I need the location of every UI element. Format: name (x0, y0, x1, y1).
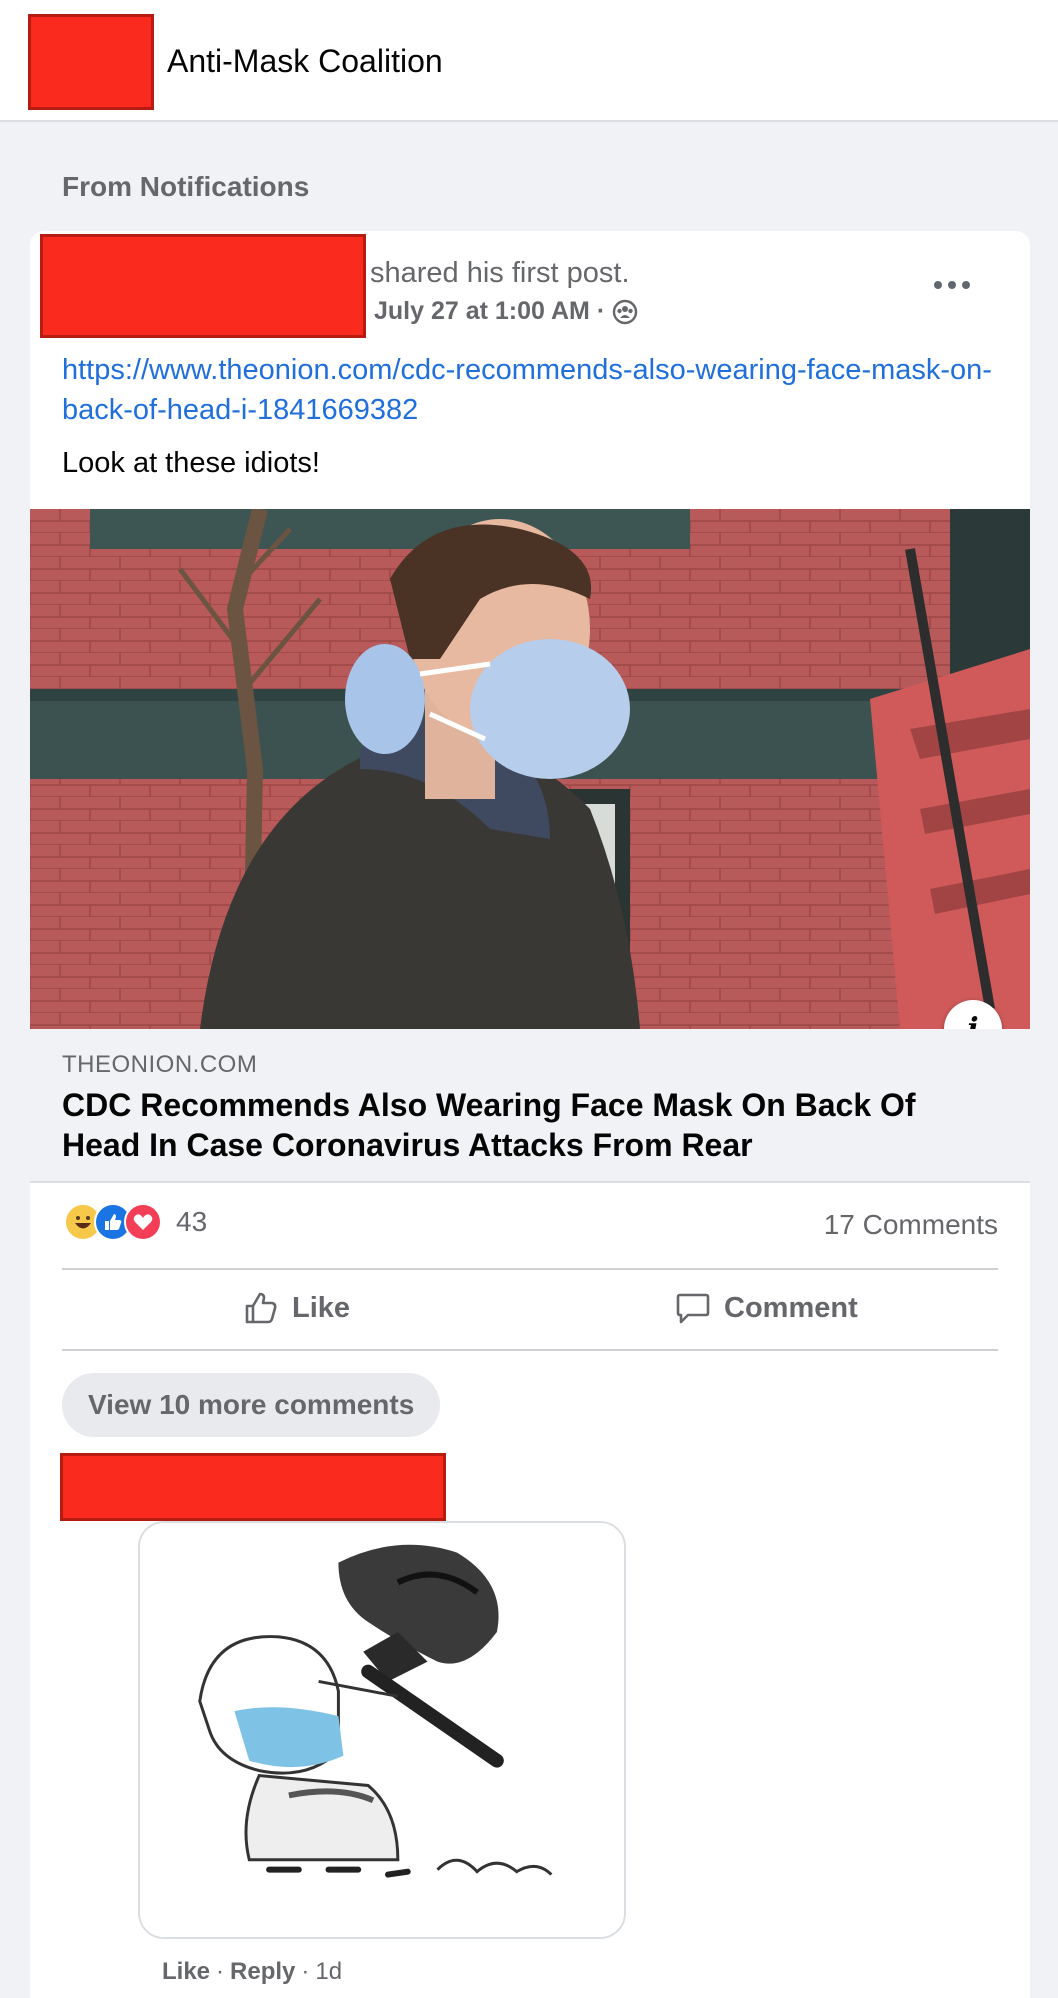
link-preview[interactable]: THEONION.COM CDC Recommends Also Wearing… (30, 1029, 1030, 1183)
thumbs-up-icon (245, 1292, 277, 1324)
link-title[interactable]: CDC Recommends Also Wearing Face Mask On… (62, 1085, 982, 1165)
comment-sep: · (216, 1958, 225, 1985)
comment-cartoon-image[interactable] (138, 1521, 626, 1939)
comment-actions: Like · Reply · 1d (162, 1958, 342, 1986)
comment-like-link[interactable]: Like (162, 1958, 210, 1986)
reactions-summary[interactable]: 43 (64, 1203, 207, 1241)
comment-reply-link[interactable]: Reply (230, 1958, 295, 1986)
post-timestamp[interactable]: July 27 at 1:00 AM (374, 297, 590, 326)
group-avatar-redacted[interactable] (28, 14, 154, 110)
author-name-redacted[interactable] (40, 234, 366, 338)
comment-label: Comment (724, 1291, 858, 1324)
post-card: shared his first post. July 27 at 1:00 A… (30, 231, 1030, 1998)
comment-button[interactable]: Comment (674, 1283, 858, 1333)
commenter-name-redacted[interactable] (60, 1453, 446, 1521)
reaction-count: 43 (176, 1206, 208, 1237)
post-text: Look at these idiots! (62, 447, 320, 479)
section-label: From Notifications (62, 171, 310, 202)
group-icon (612, 299, 638, 324)
like-label: Like (292, 1291, 351, 1324)
comment-icon (676, 1293, 710, 1324)
group-name[interactable]: Anti-Mask Coalition (167, 43, 443, 80)
post-link[interactable]: https://www.theonion.com/cdc-recommends-… (62, 350, 1002, 430)
comment-age[interactable]: 1d (315, 1958, 342, 1986)
link-domain: THEONION.COM (62, 1051, 258, 1078)
like-button[interactable]: Like (242, 1283, 350, 1333)
love-reaction-icon (124, 1203, 162, 1241)
view-more-comments-button[interactable]: View 10 more comments (62, 1373, 441, 1437)
comments-count[interactable]: 17 Comments (824, 1209, 998, 1241)
article-photo[interactable] (30, 509, 1030, 1029)
post-action-text: shared his first post. (370, 257, 630, 289)
meta-separator: · (596, 297, 606, 325)
comment-sep: · (301, 1958, 310, 1985)
divider (62, 1349, 998, 1351)
top-bar: Anti-Mask Coalition (0, 0, 1058, 122)
more-options-icon[interactable] (930, 273, 974, 297)
divider (62, 1268, 998, 1270)
post-meta: July 27 at 1:00 AM · (374, 297, 638, 326)
